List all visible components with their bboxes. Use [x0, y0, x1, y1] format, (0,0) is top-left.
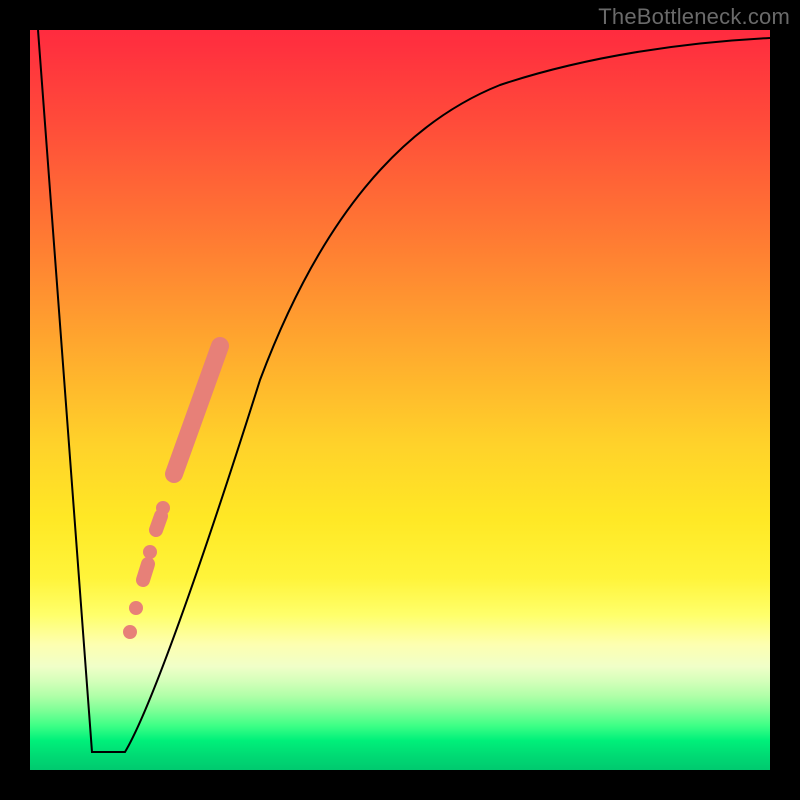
data-marker — [143, 564, 148, 580]
data-marker — [174, 346, 220, 474]
watermark-text: TheBottleneck.com — [598, 4, 790, 30]
data-marker — [129, 601, 143, 615]
data-marker — [123, 625, 137, 639]
chart-frame: TheBottleneck.com — [0, 0, 800, 800]
data-marker — [156, 516, 161, 530]
markers-group — [123, 346, 220, 639]
curve-group — [38, 30, 770, 752]
bottleneck-curve — [38, 30, 770, 752]
chart-svg — [30, 30, 770, 770]
plot-area — [30, 30, 770, 770]
data-marker — [143, 545, 157, 559]
